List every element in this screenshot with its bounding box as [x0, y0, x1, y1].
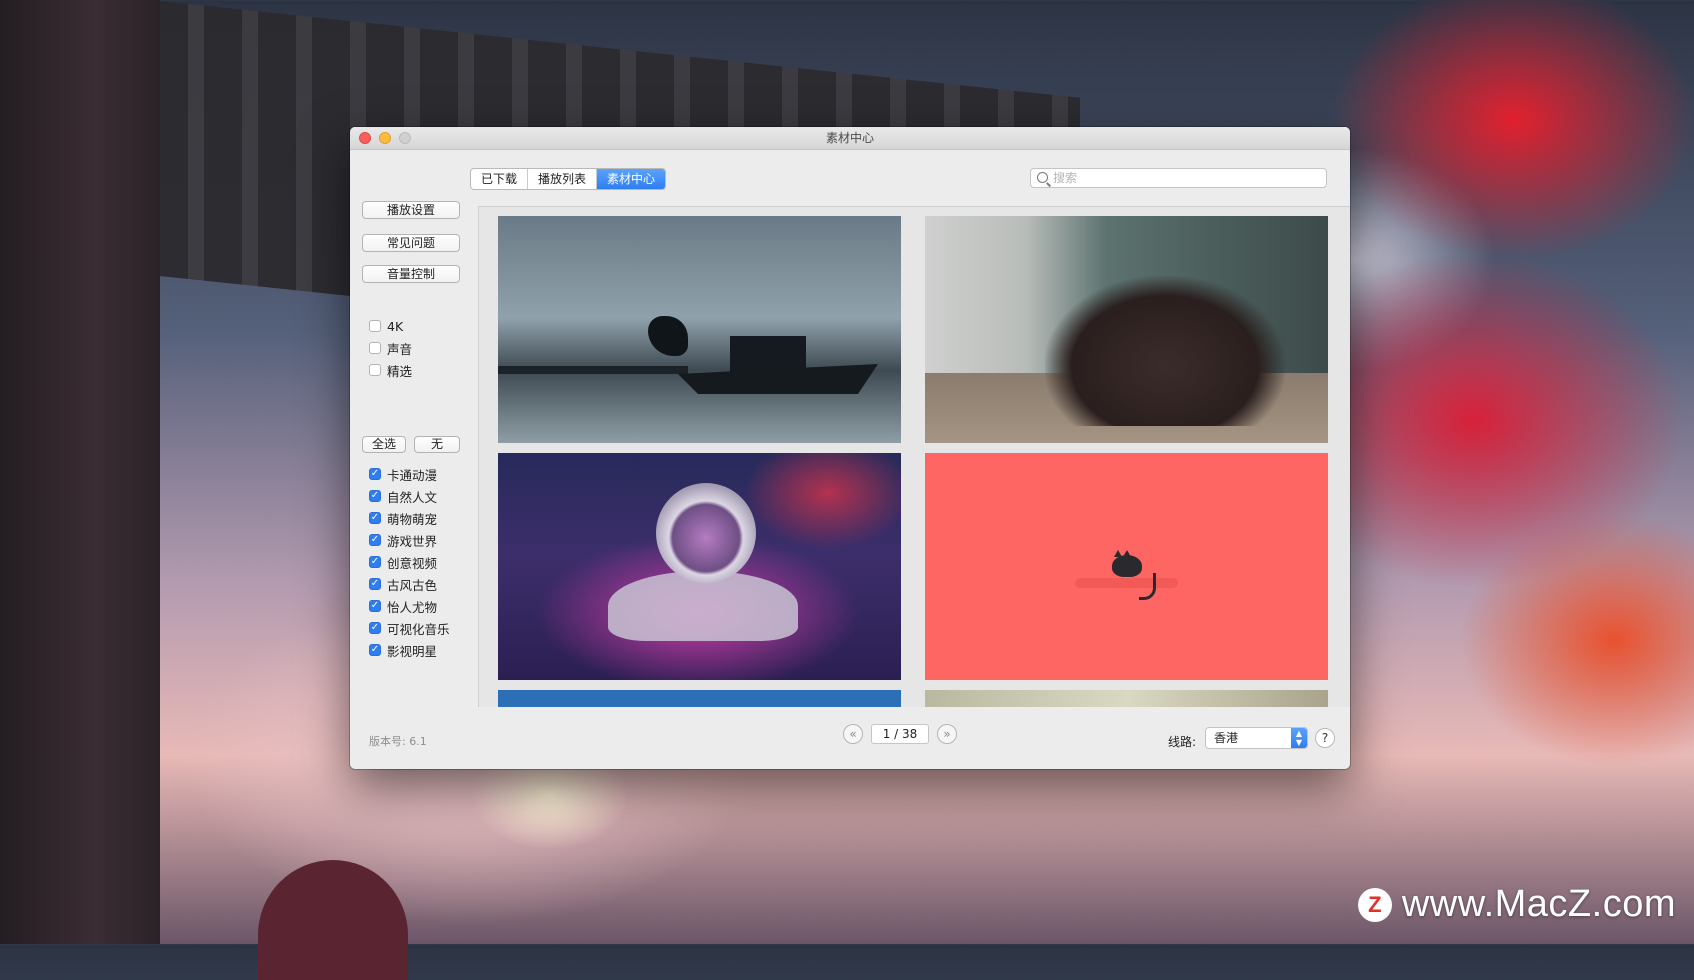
category-visual-music[interactable]: ✓ 可视化音乐 — [369, 619, 450, 637]
category-label: 卡通动漫 — [387, 467, 438, 483]
category-nature-culture[interactable]: ✓ 自然人文 — [369, 487, 437, 505]
category-cartoon-anime[interactable]: ✓ 卡通动漫 — [369, 465, 437, 483]
page-indicator[interactable]: 1 / 38 — [871, 724, 929, 744]
close-button[interactable] — [359, 132, 371, 144]
help-button[interactable]: ? — [1315, 728, 1335, 748]
checkmark-icon[interactable]: ✓ — [369, 644, 381, 656]
faq-button[interactable]: 常见问题 — [362, 234, 460, 252]
category-cute-pets[interactable]: ✓ 萌物萌宠 — [369, 509, 437, 527]
wallpaper-grid[interactable] — [478, 206, 1350, 707]
titlebar: 素材中心 — [350, 127, 1350, 150]
category-label: 影视明星 — [387, 643, 438, 659]
thumbnail-partial-beige[interactable] — [925, 690, 1328, 707]
thumbnail-partial-blue[interactable] — [498, 690, 901, 707]
category-label: 游戏世界 — [387, 533, 438, 549]
playback-settings-button[interactable]: 播放设置 — [362, 201, 460, 219]
pier-shape — [498, 366, 688, 374]
minimize-button[interactable] — [379, 132, 391, 144]
zoom-button[interactable] — [399, 132, 411, 144]
category-label: 古风古色 — [387, 577, 438, 593]
category-label: 怡人尤物 — [387, 599, 438, 615]
select-all-button[interactable]: 全选 — [362, 436, 406, 453]
checkmark-icon[interactable]: ✓ — [369, 490, 381, 502]
search-field[interactable] — [1030, 168, 1327, 188]
watermark-text: www.MacZ.com — [1401, 883, 1676, 925]
checkbox[interactable] — [369, 342, 381, 354]
cat-tail — [1139, 573, 1156, 600]
checkmark-icon[interactable]: ✓ — [369, 622, 381, 634]
cat-ear — [1123, 550, 1131, 557]
checkmark-icon[interactable]: ✓ — [369, 600, 381, 612]
checkmark-icon[interactable]: ✓ — [369, 468, 381, 480]
category-label: 可视化音乐 — [387, 621, 450, 637]
search-input[interactable] — [1053, 170, 1313, 186]
thumbnail-ninja-boat[interactable] — [498, 216, 901, 443]
double-chevron-right-icon[interactable]: » — [937, 724, 957, 744]
watermark-logo: Z — [1357, 887, 1392, 922]
route-label: 线路: — [1168, 735, 1197, 749]
route-value: 香港 — [1214, 731, 1239, 745]
checkmark-icon[interactable]: ✓ — [369, 556, 381, 568]
cabin-shape — [730, 336, 806, 372]
thumbnail-maids-room[interactable] — [925, 216, 1328, 443]
window-title: 素材中心 — [825, 131, 874, 145]
category-label: 萌物萌宠 — [387, 511, 438, 527]
figures-group — [1045, 276, 1285, 426]
shelf-shape — [1075, 578, 1178, 588]
updown-chevron-icon: ▲ ▼ — [1291, 728, 1307, 748]
segmented-tabs: 已下载 播放列表 素材中心 — [470, 168, 667, 190]
material-center-window: 素材中心 已下载 播放列表 素材中心 播放设置 常见问题 音量控制 4K 声音 … — [350, 127, 1350, 769]
tab-material-center[interactable]: 素材中心 — [597, 169, 666, 189]
double-chevron-left-icon[interactable]: « — [843, 724, 863, 744]
select-none-button[interactable]: 无 — [414, 436, 460, 453]
watermark: Z www.MacZ.com — [1357, 883, 1676, 926]
category-game-world[interactable]: ✓ 游戏世界 — [369, 531, 437, 549]
search-icon — [1037, 172, 1048, 183]
filter-4k[interactable]: 4K — [369, 317, 403, 335]
thumbnail-astronaut-galaxy[interactable] — [498, 453, 901, 680]
filter-label: 精选 — [387, 363, 413, 379]
category-beauty[interactable]: ✓ 怡人尤物 — [369, 597, 437, 615]
route-select[interactable]: 香港 ▲ ▼ — [1205, 727, 1308, 749]
checkbox[interactable] — [369, 320, 381, 332]
filter-sound[interactable]: 声音 — [369, 339, 412, 357]
category-label: 创意视频 — [387, 555, 438, 571]
filter-label: 4K — [387, 318, 404, 334]
category-label: 自然人文 — [387, 489, 438, 505]
tab-downloaded[interactable]: 已下载 — [471, 169, 529, 189]
checkbox[interactable] — [369, 364, 381, 376]
checkmark-icon[interactable]: ✓ — [369, 512, 381, 524]
checkmark-icon[interactable]: ✓ — [369, 534, 381, 546]
astronaut-helmet — [656, 483, 756, 583]
category-ancient-style[interactable]: ✓ 古风古色 — [369, 575, 437, 593]
thumbnail-sleeping-cat[interactable] — [925, 453, 1328, 680]
category-film-stars[interactable]: ✓ 影视明星 — [369, 641, 437, 659]
tab-playlist[interactable]: 播放列表 — [528, 169, 598, 189]
filter-featured[interactable]: 精选 — [369, 361, 412, 379]
volume-control-button[interactable]: 音量控制 — [362, 265, 460, 283]
pagination: « 1 / 38 » — [843, 724, 957, 744]
version-label: 版本号: 6.1 — [369, 735, 427, 748]
cat-ear — [1114, 550, 1122, 557]
ninja-figure — [648, 316, 688, 356]
filter-label: 声音 — [387, 341, 413, 357]
wallpaper-pillar — [0, 0, 160, 944]
cat-icon — [1112, 550, 1142, 577]
checkmark-icon[interactable]: ✓ — [369, 578, 381, 590]
category-creative-video[interactable]: ✓ 创意视频 — [369, 553, 437, 571]
